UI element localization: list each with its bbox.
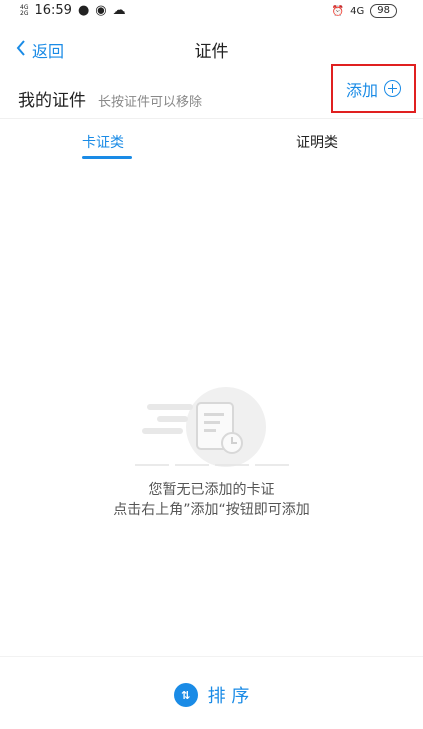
my-certs-hint: 长按证件可以移除	[98, 95, 203, 110]
alarm-icon: ⏰	[331, 5, 345, 17]
sort-label: 排 序	[207, 686, 250, 707]
divider	[0, 118, 423, 119]
empty-line-2: 点击右上角”添加“按钮即可添加	[113, 502, 310, 518]
empty-line-1: 您暂无已添加的卡证	[148, 482, 275, 498]
plus-circle-icon	[384, 80, 401, 97]
signal-type-2: 2G	[20, 9, 29, 17]
tab-bar: 卡证类 证明类	[0, 128, 423, 162]
add-label: 添加	[345, 80, 378, 100]
status-bar: 4G 2G 16:59 ● ◉ ☁ ⏰ 4G 98	[0, 0, 423, 26]
tab-proofs[interactable]: 证明类	[296, 132, 338, 152]
page-title: 证件	[194, 42, 229, 62]
cloud-icon: ☁	[112, 3, 126, 18]
active-tab-indicator	[82, 156, 132, 159]
app-icon: ◉	[95, 3, 107, 18]
battery-indicator: 98	[370, 4, 397, 18]
empty-state-message: 您暂无已添加的卡证 点击右上角”添加“按钮即可添加	[0, 480, 423, 520]
add-button[interactable]: 添加	[331, 64, 416, 113]
sort-button[interactable]: ⇅ 排 序	[0, 682, 423, 708]
bottom-divider	[0, 656, 423, 657]
signal-indicator: 4G 2G	[20, 4, 29, 17]
message-icon: ●	[77, 3, 90, 18]
network-type: 4G	[350, 5, 365, 17]
my-certs-header: 我的证件 长按证件可以移除	[18, 86, 202, 111]
sort-icon: ⇅	[173, 683, 198, 707]
my-certs-heading: 我的证件	[18, 91, 86, 111]
empty-state-illustration	[0, 385, 423, 475]
tab-cards[interactable]: 卡证类	[82, 132, 124, 152]
clock: 16:59	[34, 3, 72, 18]
